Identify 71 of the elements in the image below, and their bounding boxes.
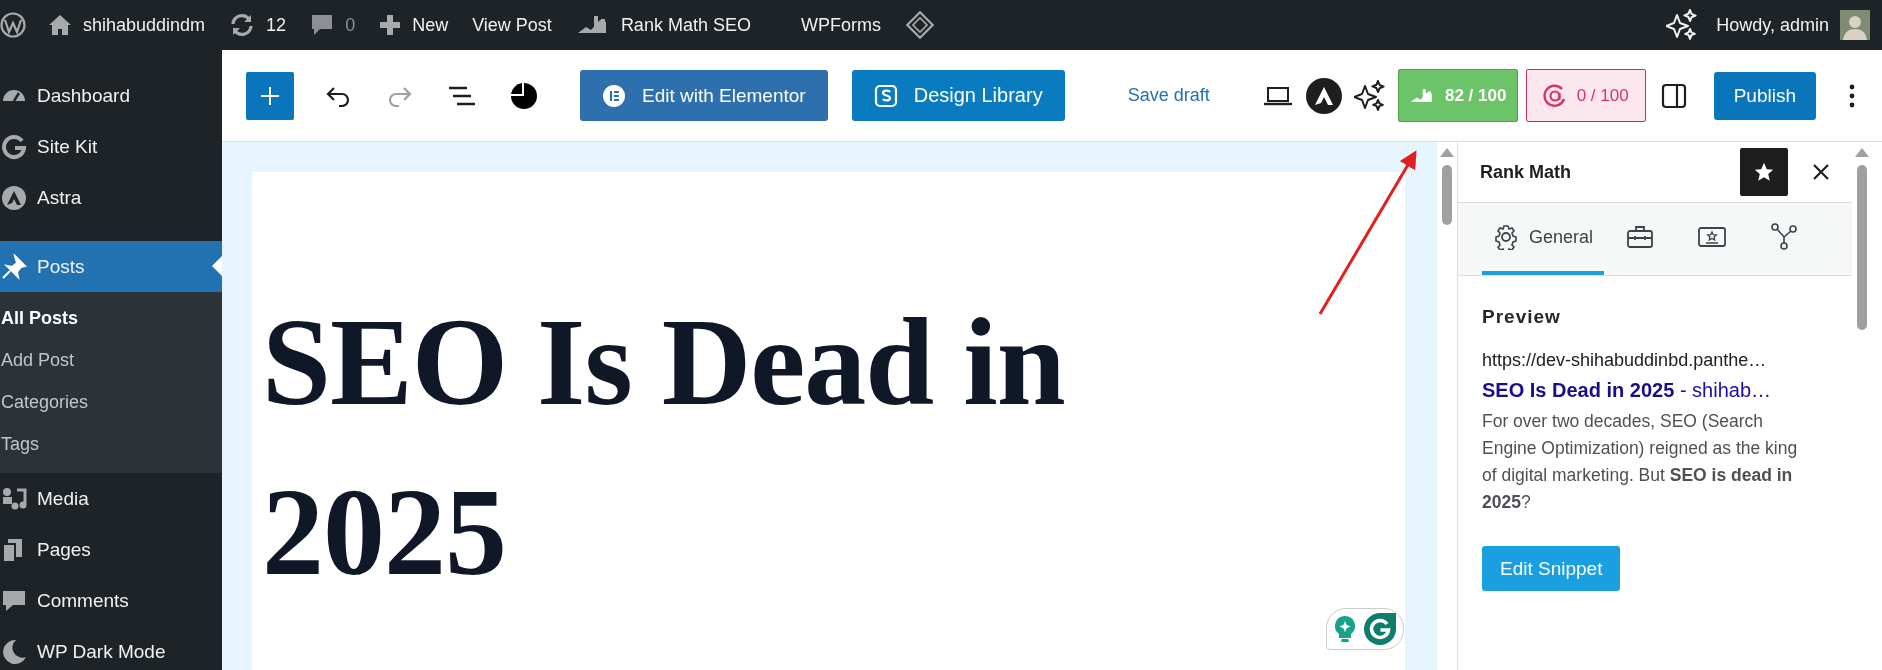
sparkle-icon — [1353, 79, 1386, 112]
admin-bar-link[interactable]: WPForms — [800, 14, 881, 36]
g-logo-icon — [1363, 612, 1397, 646]
site-name-link[interactable]: shihabuddindm — [83, 14, 206, 36]
bar-chart-icon — [1408, 86, 1435, 105]
laptop-icon — [1262, 84, 1293, 107]
submenu-item[interactable]: Add Post — [0, 339, 222, 381]
g-logo-icon — [1, 133, 27, 160]
lightbulb-icon — [1333, 615, 1357, 643]
snippet-url: https://dev-shihabuddinbd.panthe… — [1482, 350, 1768, 371]
comment-icon[interactable] — [310, 13, 335, 37]
diamond-icon[interactable] — [904, 10, 935, 40]
close-icon — [1812, 163, 1830, 181]
certificate-icon — [1697, 225, 1727, 249]
sidebar-item[interactable]: Comments — [0, 575, 222, 626]
post-title[interactable]: SEO Is Dead in 2025 — [262, 278, 1242, 618]
admin-bar-link[interactable]: New — [412, 14, 449, 36]
sidebar-item[interactable]: Dashboard — [0, 70, 222, 121]
gear-icon — [1492, 224, 1519, 250]
grammarly-widget[interactable] — [1326, 608, 1404, 650]
toolbox-icon — [1626, 225, 1654, 249]
submenu-item[interactable]: Categories — [0, 381, 222, 423]
greeting-text[interactable]: Howdy, admin — [1716, 14, 1829, 36]
admin-bar-link[interactable]: View Post — [472, 14, 552, 36]
sidebar-item[interactable]: Site Kit — [0, 121, 222, 172]
triangle-logo-icon — [1305, 77, 1342, 114]
add-block-button[interactable] — [246, 71, 294, 120]
ring-logo-icon — [1542, 83, 1567, 108]
refresh-icon[interactable] — [229, 13, 256, 37]
pin-icon — [1, 253, 27, 280]
square-logo-icon — [873, 83, 898, 108]
admin-bar-link[interactable]: Rank Math SEO — [620, 14, 751, 36]
snippet-title: SEO Is Dead in 2025 - shihab… — [1482, 379, 1773, 402]
plus-icon[interactable] — [379, 14, 402, 36]
scroll-up-icon[interactable] — [1855, 148, 1869, 157]
redo-icon — [387, 84, 413, 107]
home-icon[interactable] — [48, 14, 72, 36]
scrollbar-thumb[interactable] — [1857, 165, 1867, 330]
publish-button[interactable]: Publish — [1713, 71, 1816, 120]
kebab-icon — [1848, 82, 1856, 109]
sidebar-icon — [1660, 82, 1687, 109]
undo-icon — [325, 84, 351, 107]
sidebar-item[interactable]: Posts — [0, 241, 222, 292]
scrollbar-thumb[interactable] — [1442, 165, 1452, 225]
circle-logo-icon — [602, 83, 626, 108]
submenu-item[interactable]: All Posts — [0, 297, 222, 339]
sparkle-icon[interactable] — [1666, 9, 1699, 41]
scroll-up-icon[interactable] — [1440, 148, 1454, 157]
sidebar-item[interactable]: Pages — [0, 524, 222, 575]
submenu-item[interactable]: Tags — [0, 423, 222, 465]
design-library-button[interactable]: Design Library — [851, 70, 1065, 121]
save-draft-button[interactable]: Save draft — [1117, 73, 1220, 118]
panel-title: Rank Math — [1480, 161, 1572, 183]
snippet-description: For over two decades, SEO (Search Engine Optimization) reigned as the king of digital marketing. But SEO is dead in 2025? — [1482, 410, 1799, 514]
logo-icon[interactable] — [0, 12, 26, 38]
media-icon — [1, 485, 27, 512]
star-icon — [1753, 161, 1775, 183]
sidebar-item[interactable]: Media — [0, 473, 222, 524]
sidebar-item[interactable]: WP Dark Mode — [0, 626, 222, 670]
sidebar-item[interactable]: Astra — [0, 172, 222, 223]
moon-icon — [1, 638, 27, 665]
section-heading: Preview — [1482, 306, 1562, 328]
edit-with-elementor-button[interactable]: Edit with Elementor — [580, 70, 828, 121]
content-ai-score-button[interactable]: 0 / 100 — [1525, 69, 1646, 122]
pie-chart-icon — [509, 80, 539, 111]
pin-star-button[interactable] — [1740, 148, 1788, 196]
plus-icon — [259, 84, 281, 107]
comments-count[interactable]: 0 — [345, 14, 356, 36]
network-icon — [1771, 223, 1797, 251]
avatar-icon — [1840, 10, 1870, 40]
updates-count[interactable]: 12 — [266, 14, 287, 36]
